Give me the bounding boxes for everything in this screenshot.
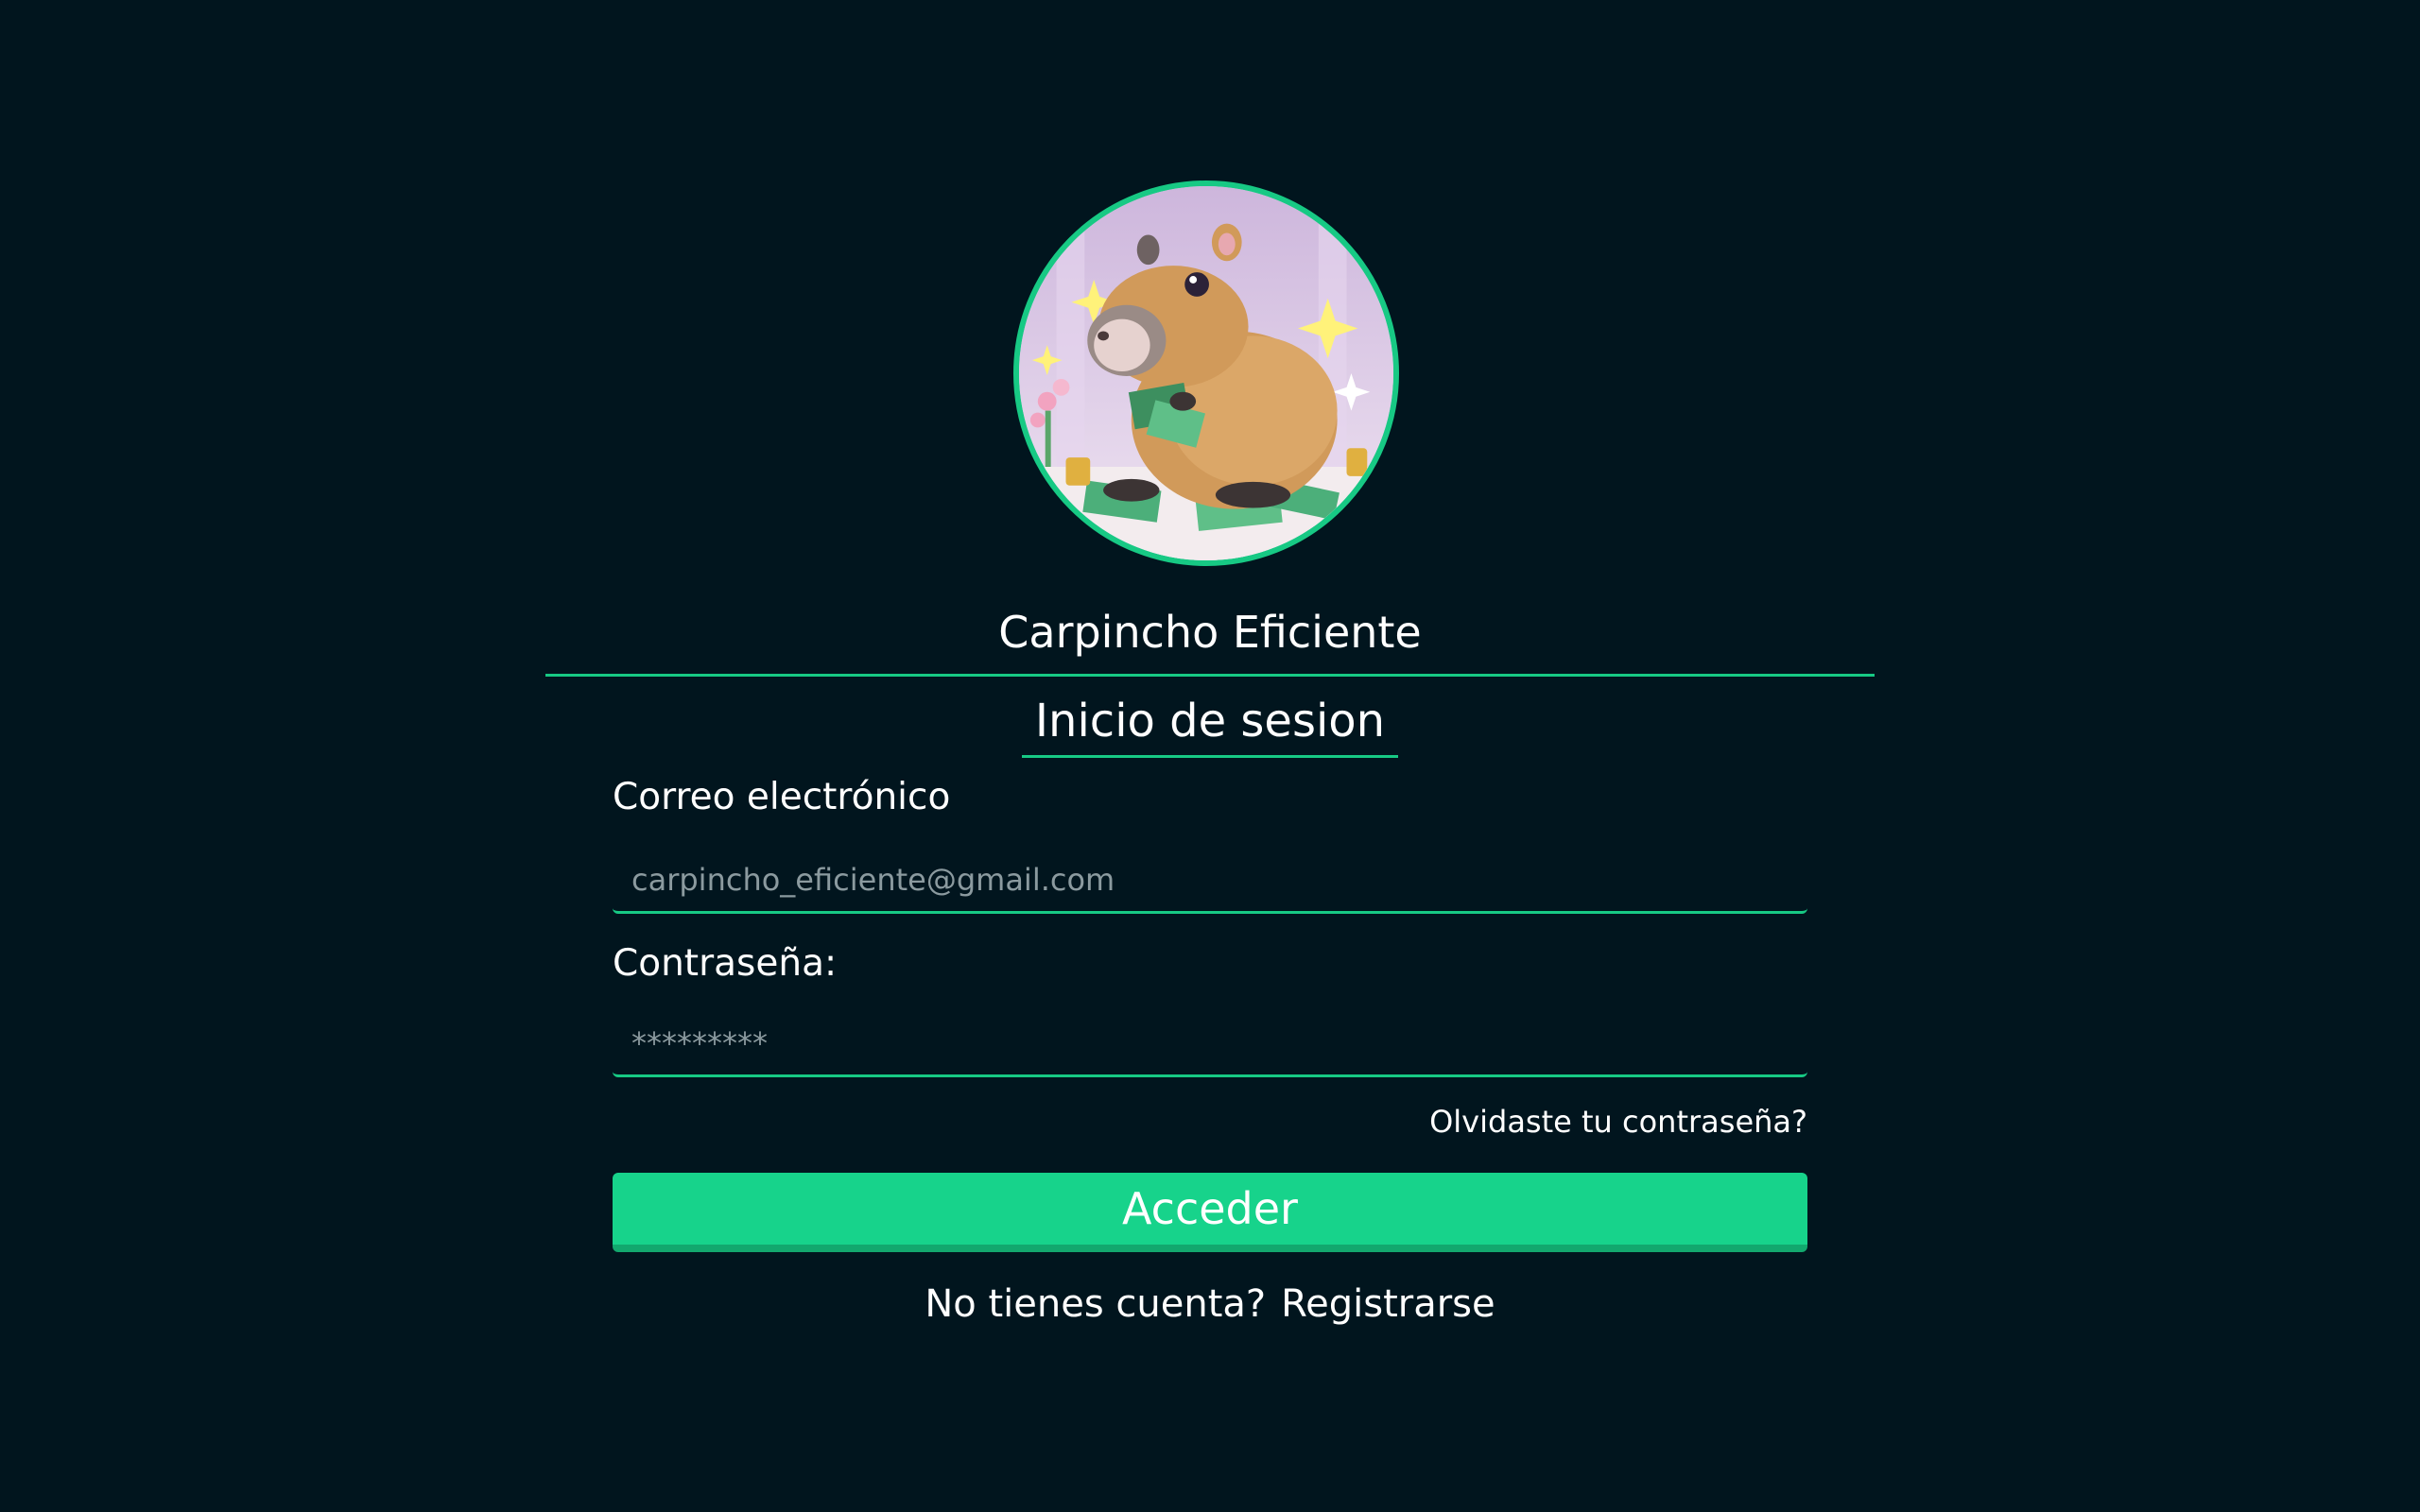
capybara-illustration (1019, 186, 1393, 560)
capybara-avatar (1013, 180, 1399, 566)
login-page: Carpincho Eficiente Inicio de sesion Cor… (0, 0, 2420, 1512)
password-field[interactable] (613, 1011, 1807, 1074)
register-row: No tienes cuenta? Registrarse (0, 1276, 2420, 1332)
no-account-text: No tienes cuenta? (925, 1282, 1267, 1326)
password-label: Contraseña: (613, 942, 838, 985)
forgot-password-link[interactable]: Olvidaste tu contraseña? (1429, 1099, 1807, 1144)
email-field[interactable] (613, 848, 1807, 911)
login-button[interactable]: Acceder (613, 1173, 1807, 1252)
app-title: Carpincho Eficiente (998, 607, 1422, 658)
email-label: Correo electrónico (613, 776, 951, 818)
password-field-container (613, 1011, 1807, 1077)
login-heading: Inicio de sesion (1022, 690, 1398, 758)
title-divider (545, 674, 1875, 677)
email-field-container (613, 848, 1807, 914)
register-link[interactable]: Registrarse (1281, 1282, 1495, 1326)
